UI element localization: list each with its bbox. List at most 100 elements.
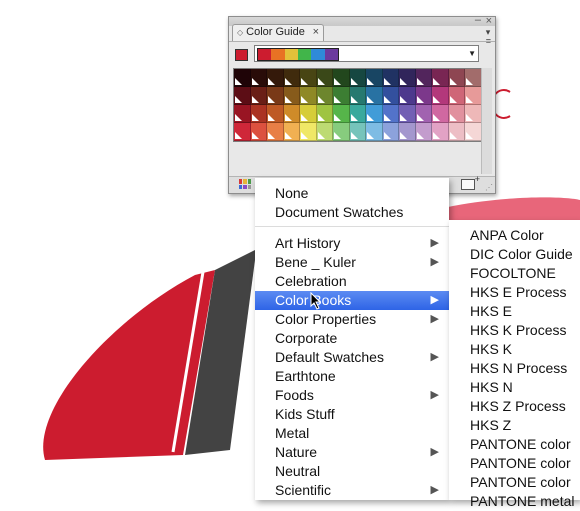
chevron-down-icon[interactable]: ▼ [468, 49, 476, 58]
variation-swatch[interactable] [250, 87, 268, 105]
menu-item[interactable]: Kids Stuff [255, 405, 449, 424]
variation-swatch[interactable] [448, 105, 466, 123]
variation-swatch[interactable] [399, 69, 416, 87]
variation-swatch[interactable] [300, 105, 317, 123]
variation-swatch[interactable] [349, 87, 367, 105]
menu-item[interactable]: Art History ▶ [255, 234, 449, 253]
new-swatch-group-icon[interactable] [461, 174, 480, 190]
variation-swatch[interactable] [465, 69, 482, 87]
swatch-library-icon[interactable] [239, 179, 251, 189]
menu-item[interactable]: Neutral [255, 462, 449, 481]
variation-swatch[interactable] [300, 87, 317, 105]
variation-swatch[interactable] [316, 87, 334, 105]
variation-swatch[interactable] [267, 69, 284, 87]
variation-swatch[interactable] [465, 105, 482, 123]
variation-swatch[interactable] [448, 87, 466, 105]
variation-swatch[interactable] [415, 69, 433, 87]
variation-swatch[interactable] [465, 123, 482, 141]
variation-swatch[interactable] [432, 87, 449, 105]
variation-swatch[interactable] [366, 105, 383, 123]
menu-item[interactable]: Scientific ▶ [255, 481, 449, 500]
variation-swatch[interactable] [333, 105, 350, 123]
submenu-item[interactable]: HKS N [449, 378, 580, 397]
menu-item[interactable]: Metal [255, 424, 449, 443]
variation-swatch[interactable] [333, 87, 350, 105]
variation-swatch[interactable] [300, 123, 317, 141]
variation-swatch[interactable] [415, 105, 433, 123]
variation-swatch[interactable] [250, 69, 268, 87]
variation-swatch[interactable] [399, 87, 416, 105]
variation-swatch[interactable] [234, 105, 251, 123]
variation-swatch[interactable] [382, 87, 400, 105]
variation-swatch[interactable] [382, 69, 400, 87]
submenu-item[interactable]: HKS N Process [449, 359, 580, 378]
variation-swatch[interactable] [300, 69, 317, 87]
variation-swatch[interactable] [415, 123, 433, 141]
variation-swatch[interactable] [333, 123, 350, 141]
submenu-item[interactable]: HKS E [449, 302, 580, 321]
variation-swatch[interactable] [283, 105, 301, 123]
variation-swatch[interactable] [349, 69, 367, 87]
submenu-item[interactable]: HKS Z [449, 416, 580, 435]
variation-swatch[interactable] [415, 87, 433, 105]
variation-swatch[interactable] [399, 105, 416, 123]
tab-color-guide[interactable]: ◇ Color Guide × [232, 24, 324, 41]
resize-grip-icon[interactable]: ⋰ [485, 183, 493, 192]
variation-swatch[interactable] [316, 105, 334, 123]
variation-swatch[interactable] [267, 123, 284, 141]
submenu-item[interactable]: HKS K Process [449, 321, 580, 340]
submenu-item[interactable]: PANTONE color [449, 454, 580, 473]
submenu-item[interactable]: DIC Color Guide [449, 245, 580, 264]
variation-swatch[interactable] [267, 87, 284, 105]
variation-swatch[interactable] [333, 69, 350, 87]
submenu-item[interactable]: PANTONE metal [449, 492, 580, 511]
panel-collapse-button[interactable]: – [475, 14, 481, 26]
tab-collapse-icon[interactable]: ◇ [237, 28, 243, 37]
variation-swatch[interactable] [399, 123, 416, 141]
variation-swatch[interactable] [465, 87, 482, 105]
variation-swatch[interactable] [283, 87, 301, 105]
menu-item[interactable]: Earthtone [255, 367, 449, 386]
menu-item[interactable]: Color Properties ▶ [255, 310, 449, 329]
variation-swatch[interactable] [349, 123, 367, 141]
menu-item[interactable]: None [255, 184, 449, 203]
variation-swatch[interactable] [382, 105, 400, 123]
menu-item[interactable]: Default Swatches ▶ [255, 348, 449, 367]
menu-item[interactable]: Nature ▶ [255, 443, 449, 462]
menu-item[interactable]: Document Swatches [255, 203, 449, 222]
panel-scrollbar[interactable] [481, 68, 492, 174]
variation-swatch[interactable] [448, 123, 466, 141]
variation-swatch[interactable] [448, 69, 466, 87]
variation-swatch[interactable] [283, 69, 301, 87]
submenu-item[interactable]: HKS Z Process [449, 397, 580, 416]
variation-swatch[interactable] [283, 123, 301, 141]
variation-swatch[interactable] [349, 105, 367, 123]
variation-swatch[interactable] [267, 105, 284, 123]
variation-swatch[interactable] [382, 123, 400, 141]
variation-swatch[interactable] [366, 69, 383, 87]
panel-menu-icon[interactable]: ▾≡ [486, 28, 491, 46]
menu-item[interactable]: Bene _ Kuler ▶ [255, 253, 449, 272]
variation-swatch[interactable] [432, 123, 449, 141]
menu-item[interactable]: Color Books ▶ [255, 291, 449, 310]
submenu-item[interactable]: PANTONE color [449, 473, 580, 492]
variation-grid[interactable] [233, 68, 483, 142]
submenu-item[interactable]: HKS E Process [449, 283, 580, 302]
variation-swatch[interactable] [432, 69, 449, 87]
variation-swatch[interactable] [234, 69, 251, 87]
panel-close-button[interactable]: × [486, 15, 492, 27]
variation-swatch[interactable] [250, 123, 268, 141]
variation-swatch[interactable] [316, 123, 334, 141]
menu-item[interactable]: Foods ▶ [255, 386, 449, 405]
variation-swatch[interactable] [316, 69, 334, 87]
variation-swatch[interactable] [250, 105, 268, 123]
tab-close-icon[interactable]: × [313, 25, 319, 40]
menu-item[interactable]: Celebration [255, 272, 449, 291]
base-color-swatch[interactable] [235, 49, 248, 61]
submenu-item[interactable]: PANTONE color [449, 435, 580, 454]
submenu-item[interactable]: HKS K [449, 340, 580, 359]
variation-swatch[interactable] [234, 123, 251, 141]
menu-item[interactable]: Corporate [255, 329, 449, 348]
submenu-item[interactable]: ANPA Color [449, 226, 580, 245]
harmony-rules-select[interactable]: ▼ [254, 45, 479, 62]
